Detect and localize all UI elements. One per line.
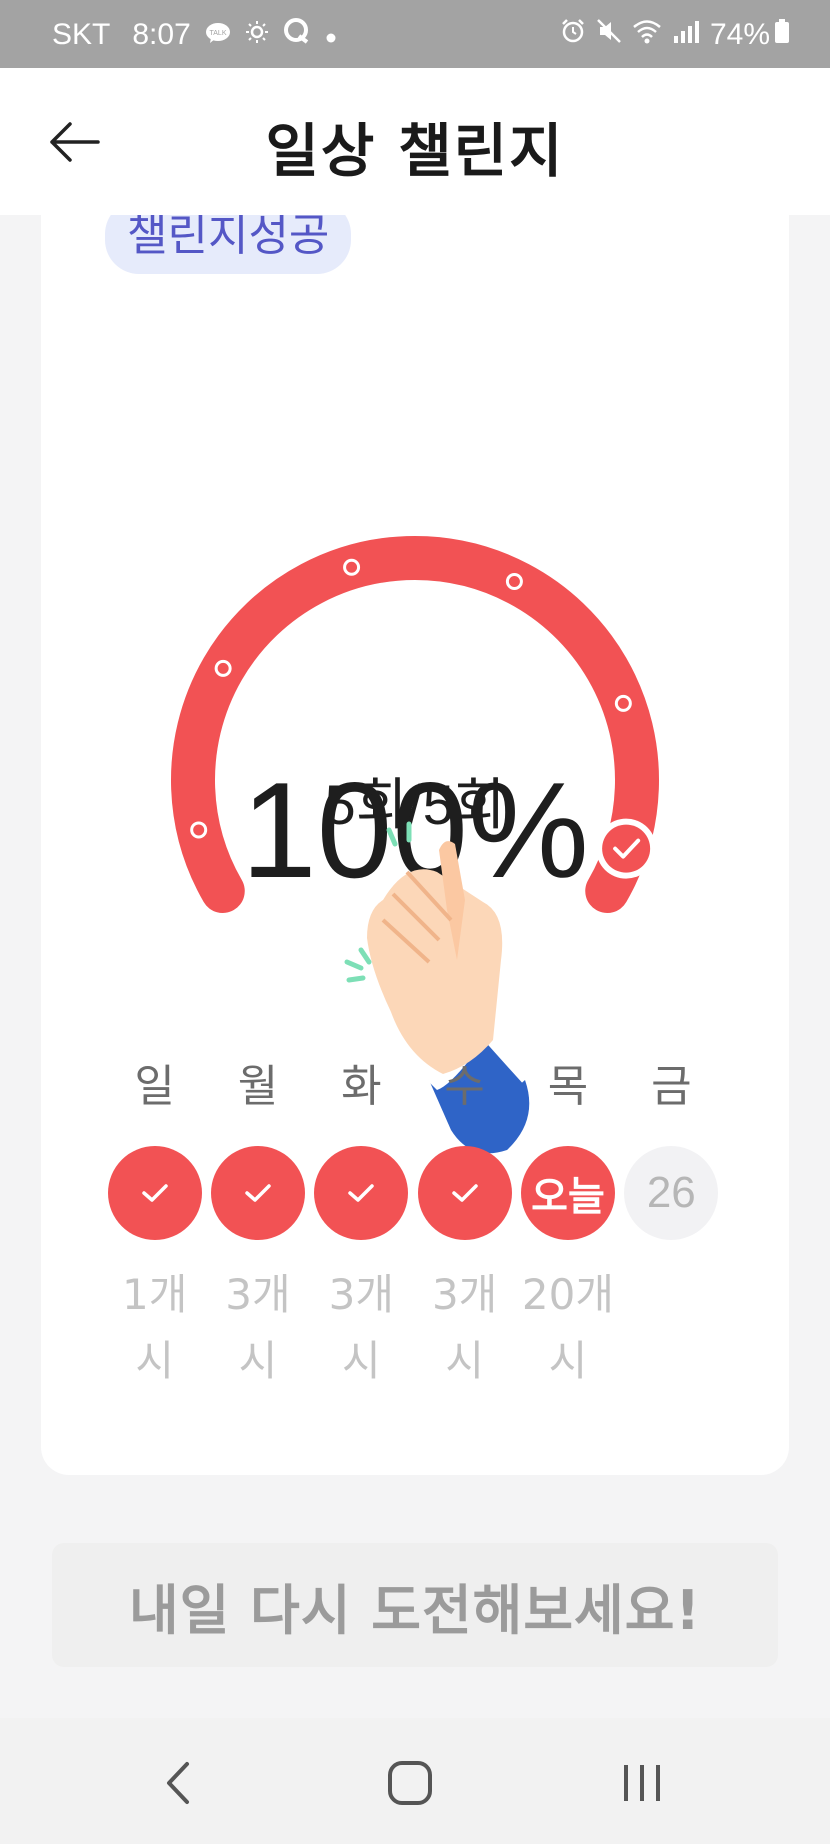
day-count: 20개시 bbox=[521, 1270, 615, 1385]
signal-icon bbox=[672, 18, 700, 52]
home-icon bbox=[388, 1761, 432, 1805]
day-name: 목 bbox=[547, 1061, 589, 1112]
mute-icon bbox=[596, 18, 622, 52]
talk-icon: TALK bbox=[205, 18, 231, 52]
check-icon bbox=[451, 1184, 478, 1202]
day-status-done[interactable] bbox=[107, 1146, 202, 1240]
page-title: 일상 챌린지 bbox=[265, 117, 565, 185]
app-bar: 일상 챌린지 bbox=[0, 68, 830, 215]
wifi-icon bbox=[632, 18, 662, 52]
day-status-done[interactable] bbox=[314, 1146, 409, 1240]
battery-percent: 74% bbox=[709, 18, 770, 51]
nav-home-button[interactable] bbox=[370, 1748, 450, 1818]
day-count: 1개시 bbox=[121, 1270, 188, 1385]
clock: 8:07 bbox=[132, 18, 191, 51]
dot-icon bbox=[325, 18, 337, 52]
week-tracker: 일 월 화 수 목 금 오늘 26 1개시 3개시 3개시 3개시 20개시 bbox=[103, 1050, 723, 1394]
chat-bubble-icon bbox=[283, 18, 311, 52]
day-name: 수 bbox=[444, 1061, 485, 1112]
day-count: 3개시 bbox=[328, 1270, 394, 1385]
svg-text:TALK: TALK bbox=[209, 30, 226, 37]
chevron-left-icon bbox=[167, 1762, 189, 1804]
day-name: 일 bbox=[134, 1061, 175, 1112]
day-status-today[interactable]: 오늘 bbox=[520, 1146, 615, 1240]
check-icon bbox=[348, 1184, 375, 1202]
alarm-icon bbox=[560, 18, 586, 52]
challenge-card: 챌린지성공 100% 5회/5회 일월화수목금 오늘 26 1개시 3개시 3개시 3개… bbox=[41, 150, 789, 1475]
nav-back-button[interactable] bbox=[138, 1748, 218, 1818]
day-name: 월 bbox=[237, 1061, 279, 1112]
day-count: 3개시 bbox=[431, 1270, 498, 1385]
day-count: 3개시 bbox=[225, 1270, 291, 1385]
day-status-done[interactable] bbox=[417, 1146, 512, 1240]
day-status-done[interactable] bbox=[210, 1146, 305, 1240]
check-icon bbox=[141, 1184, 168, 1202]
system-nav-bar bbox=[0, 1718, 830, 1844]
retry-tomorrow-button[interactable]: 내일 다시 도전해보세요! bbox=[52, 1543, 778, 1667]
carrier-label: SKT bbox=[52, 18, 111, 51]
recents-icon bbox=[624, 1765, 660, 1801]
check-icon bbox=[245, 1184, 271, 1202]
day-count bbox=[620, 1262, 723, 1394]
battery-icon bbox=[774, 18, 790, 52]
nav-recents-button[interactable] bbox=[602, 1748, 682, 1818]
day-name: 화 bbox=[341, 1061, 382, 1112]
day-status-future[interactable]: 26 bbox=[624, 1146, 719, 1240]
sun-icon bbox=[245, 18, 269, 52]
status-bar: SKT 8:07 TALK 74% bbox=[0, 0, 830, 68]
day-name: 금 bbox=[651, 1061, 692, 1112]
